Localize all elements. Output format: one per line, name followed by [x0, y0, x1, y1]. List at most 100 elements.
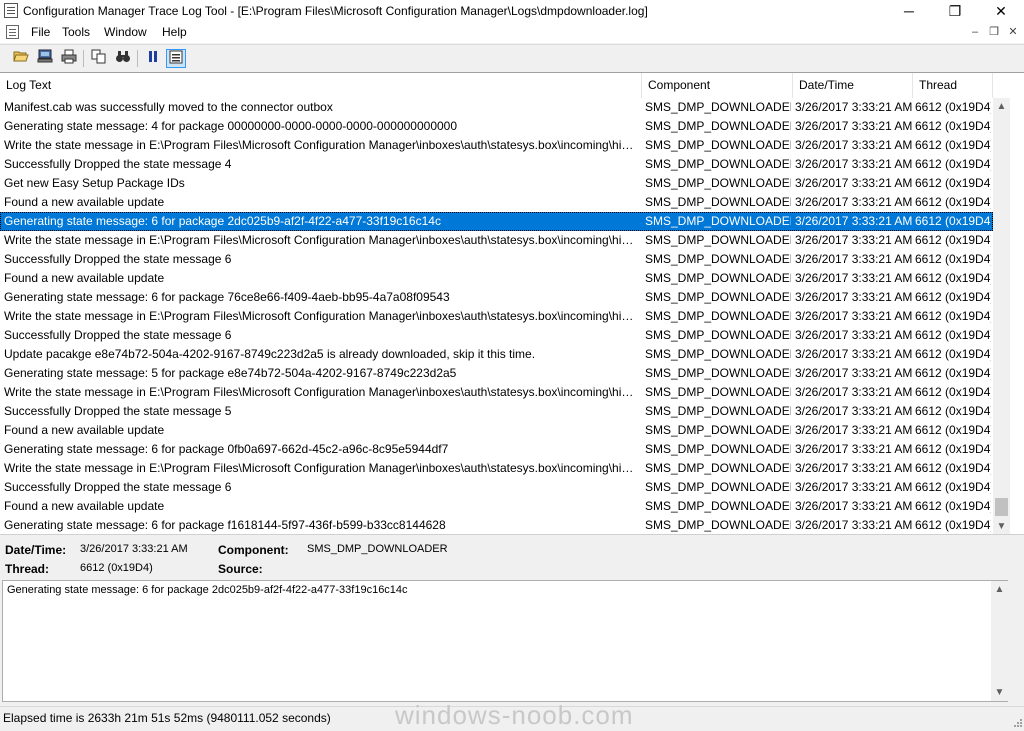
mdi-close-button[interactable]: ✕: [1004, 25, 1022, 39]
menu-window[interactable]: Window: [104, 25, 147, 39]
datetime-cell: 3/26/2017 3:33:21 AM: [795, 385, 913, 399]
thread-cell: 6612 (0x19D4): [915, 499, 991, 513]
log-list[interactable]: Log Text Component Date/Time Thread Mani…: [0, 72, 1024, 535]
thread-cell: 6612 (0x19D4): [915, 252, 991, 266]
component-cell: SMS_DMP_DOWNLOADER: [645, 214, 791, 228]
datetime-cell: 3/26/2017 3:33:21 AM: [795, 290, 913, 304]
datetime-cell: 3/26/2017 3:33:21 AM: [795, 347, 913, 361]
scroll-up-icon[interactable]: ▲: [993, 98, 1010, 115]
component-label: Component:: [218, 543, 289, 557]
document-icon[interactable]: [6, 25, 19, 39]
open-remote-icon[interactable]: [35, 49, 55, 68]
thread-cell: 6612 (0x19D4): [915, 138, 991, 152]
log-row[interactable]: Successfully Dropped the state message 6…: [0, 250, 993, 269]
log-row[interactable]: Generating state message: 5 for package …: [0, 364, 993, 383]
title-bar: Configuration Manager Trace Log Tool - […: [0, 0, 1024, 22]
pause-icon[interactable]: [143, 49, 163, 68]
thread-cell: 6612 (0x19D4): [915, 157, 991, 171]
component-cell: SMS_DMP_DOWNLOADER: [645, 442, 791, 456]
thread-cell: 6612 (0x19D4): [915, 518, 991, 532]
open-folder-icon[interactable]: [11, 49, 31, 68]
log-row[interactable]: Successfully Dropped the state message 5…: [0, 402, 993, 421]
datetime-cell: 3/26/2017 3:33:21 AM: [795, 423, 913, 437]
log-text-cell: Get new Easy Setup Package IDs: [4, 176, 185, 190]
close-button[interactable]: ✕: [978, 0, 1024, 22]
message-scroll-up-icon[interactable]: ▲: [991, 581, 1008, 598]
component-cell: SMS_DMP_DOWNLOADER: [645, 461, 791, 475]
maximize-button[interactable]: ❐: [932, 0, 978, 22]
datetime-cell: 3/26/2017 3:33:21 AM: [795, 499, 913, 513]
log-scrollbar[interactable]: ▲ ▼: [993, 98, 1010, 535]
message-scroll-down-icon[interactable]: ▼: [991, 684, 1008, 701]
log-row[interactable]: Found a new available update SMS_DMP_DOWN…: [0, 193, 993, 212]
datetime-cell: 3/26/2017 3:33:21 AM: [795, 176, 913, 190]
mdi-restore-button[interactable]: ❐: [985, 25, 1003, 39]
source-label: Source:: [218, 562, 263, 576]
log-row[interactable]: Get new Easy Setup Package IDs SMS_DMP_DO…: [0, 174, 993, 193]
thread-cell: 6612 (0x19D4): [915, 347, 991, 361]
resize-grip-icon[interactable]: [1012, 717, 1022, 727]
message-textbox[interactable]: Generating state message: 6 for package …: [2, 580, 1008, 702]
menu-help[interactable]: Help: [162, 25, 187, 39]
thread-label: Thread:: [5, 562, 50, 576]
log-row[interactable]: Found a new available update SMS_DMP_DOWN…: [0, 497, 993, 516]
log-row[interactable]: Generating state message: 4 for package …: [0, 117, 993, 136]
log-text-cell: Generating state message: 5 for package …: [4, 366, 457, 380]
column-header-component[interactable]: Component: [642, 73, 793, 98]
scroll-down-icon[interactable]: ▼: [993, 518, 1010, 535]
log-text-cell: Successfully Dropped the state message 6: [4, 480, 232, 494]
component-cell: SMS_DMP_DOWNLOADER: [645, 138, 791, 152]
find-icon[interactable]: [113, 49, 133, 68]
mdi-minimize-button[interactable]: –: [966, 25, 984, 39]
log-row[interactable]: Write the state message in E:\Program Fi…: [0, 459, 993, 478]
component-cell: SMS_DMP_DOWNLOADER: [645, 347, 791, 361]
log-text-cell: Write the state message in E:\Program Fi…: [4, 138, 638, 152]
component-cell: SMS_DMP_DOWNLOADER: [645, 404, 791, 418]
log-row[interactable]: Write the state message in E:\Program Fi…: [0, 136, 993, 155]
log-row[interactable]: Found a new available update SMS_DMP_DOWN…: [0, 421, 993, 440]
log-row[interactable]: Manifest.cab was successfully moved to t…: [0, 98, 993, 117]
thread-cell: 6612 (0x19D4): [915, 385, 991, 399]
log-row[interactable]: Successfully Dropped the state message 6…: [0, 478, 993, 497]
minimize-button[interactable]: ─: [886, 0, 932, 22]
log-row[interactable]: Generating state message: 6 for package …: [0, 440, 993, 459]
message-scrollbar[interactable]: ▲ ▼: [991, 581, 1008, 701]
log-row[interactable]: Generating state message: 6 for package …: [0, 516, 993, 535]
log-text-cell: Generating state message: 6 for package …: [4, 214, 441, 228]
column-header-datetime[interactable]: Date/Time: [793, 73, 913, 98]
thread-cell: 6612 (0x19D4): [915, 423, 991, 437]
thread-cell: 6612 (0x19D4): [915, 442, 991, 456]
component-cell: SMS_DMP_DOWNLOADER: [645, 176, 791, 190]
log-text-cell: Generating state message: 6 for package …: [4, 442, 449, 456]
log-text-cell: Successfully Dropped the state message 6: [4, 328, 232, 342]
log-row[interactable]: Found a new available update SMS_DMP_DOWN…: [0, 269, 993, 288]
log-row[interactable]: Write the state message in E:\Program Fi…: [0, 307, 993, 326]
datetime-cell: 3/26/2017 3:33:21 AM: [795, 252, 913, 266]
column-header-log-text[interactable]: Log Text: [0, 73, 642, 98]
log-row-selected[interactable]: Generating state message: 6 for package …: [0, 212, 993, 231]
log-row[interactable]: Update pacakge e8e74b72-504a-4202-9167-8…: [0, 345, 993, 364]
thread-cell: 6612 (0x19D4): [915, 119, 991, 133]
column-header-thread[interactable]: Thread: [913, 73, 993, 98]
component-cell: SMS_DMP_DOWNLOADER: [645, 423, 791, 437]
scroll-thumb[interactable]: [995, 498, 1008, 516]
datetime-label: Date/Time:: [5, 543, 67, 557]
datetime-cell: 3/26/2017 3:33:21 AM: [795, 119, 913, 133]
log-row[interactable]: Write the state message in E:\Program Fi…: [0, 231, 993, 250]
component-cell: SMS_DMP_DOWNLOADER: [645, 252, 791, 266]
component-cell: SMS_DMP_DOWNLOADER: [645, 499, 791, 513]
log-row[interactable]: Successfully Dropped the state message 6…: [0, 326, 993, 345]
thread-cell: 6612 (0x19D4): [915, 195, 991, 209]
thread-cell: 6612 (0x19D4): [915, 100, 991, 114]
highlight-icon[interactable]: [166, 49, 186, 68]
log-text-cell: Write the state message in E:\Program Fi…: [4, 385, 638, 399]
component-cell: SMS_DMP_DOWNLOADER: [645, 366, 791, 380]
log-row[interactable]: Successfully Dropped the state message 4…: [0, 155, 993, 174]
menu-file[interactable]: File: [31, 25, 50, 39]
log-row[interactable]: Write the state message in E:\Program Fi…: [0, 383, 993, 402]
print-icon[interactable]: [59, 49, 79, 68]
log-row[interactable]: Generating state message: 6 for package …: [0, 288, 993, 307]
datetime-cell: 3/26/2017 3:33:21 AM: [795, 442, 913, 456]
menu-tools[interactable]: Tools: [62, 25, 90, 39]
copy-icon[interactable]: [89, 49, 109, 68]
